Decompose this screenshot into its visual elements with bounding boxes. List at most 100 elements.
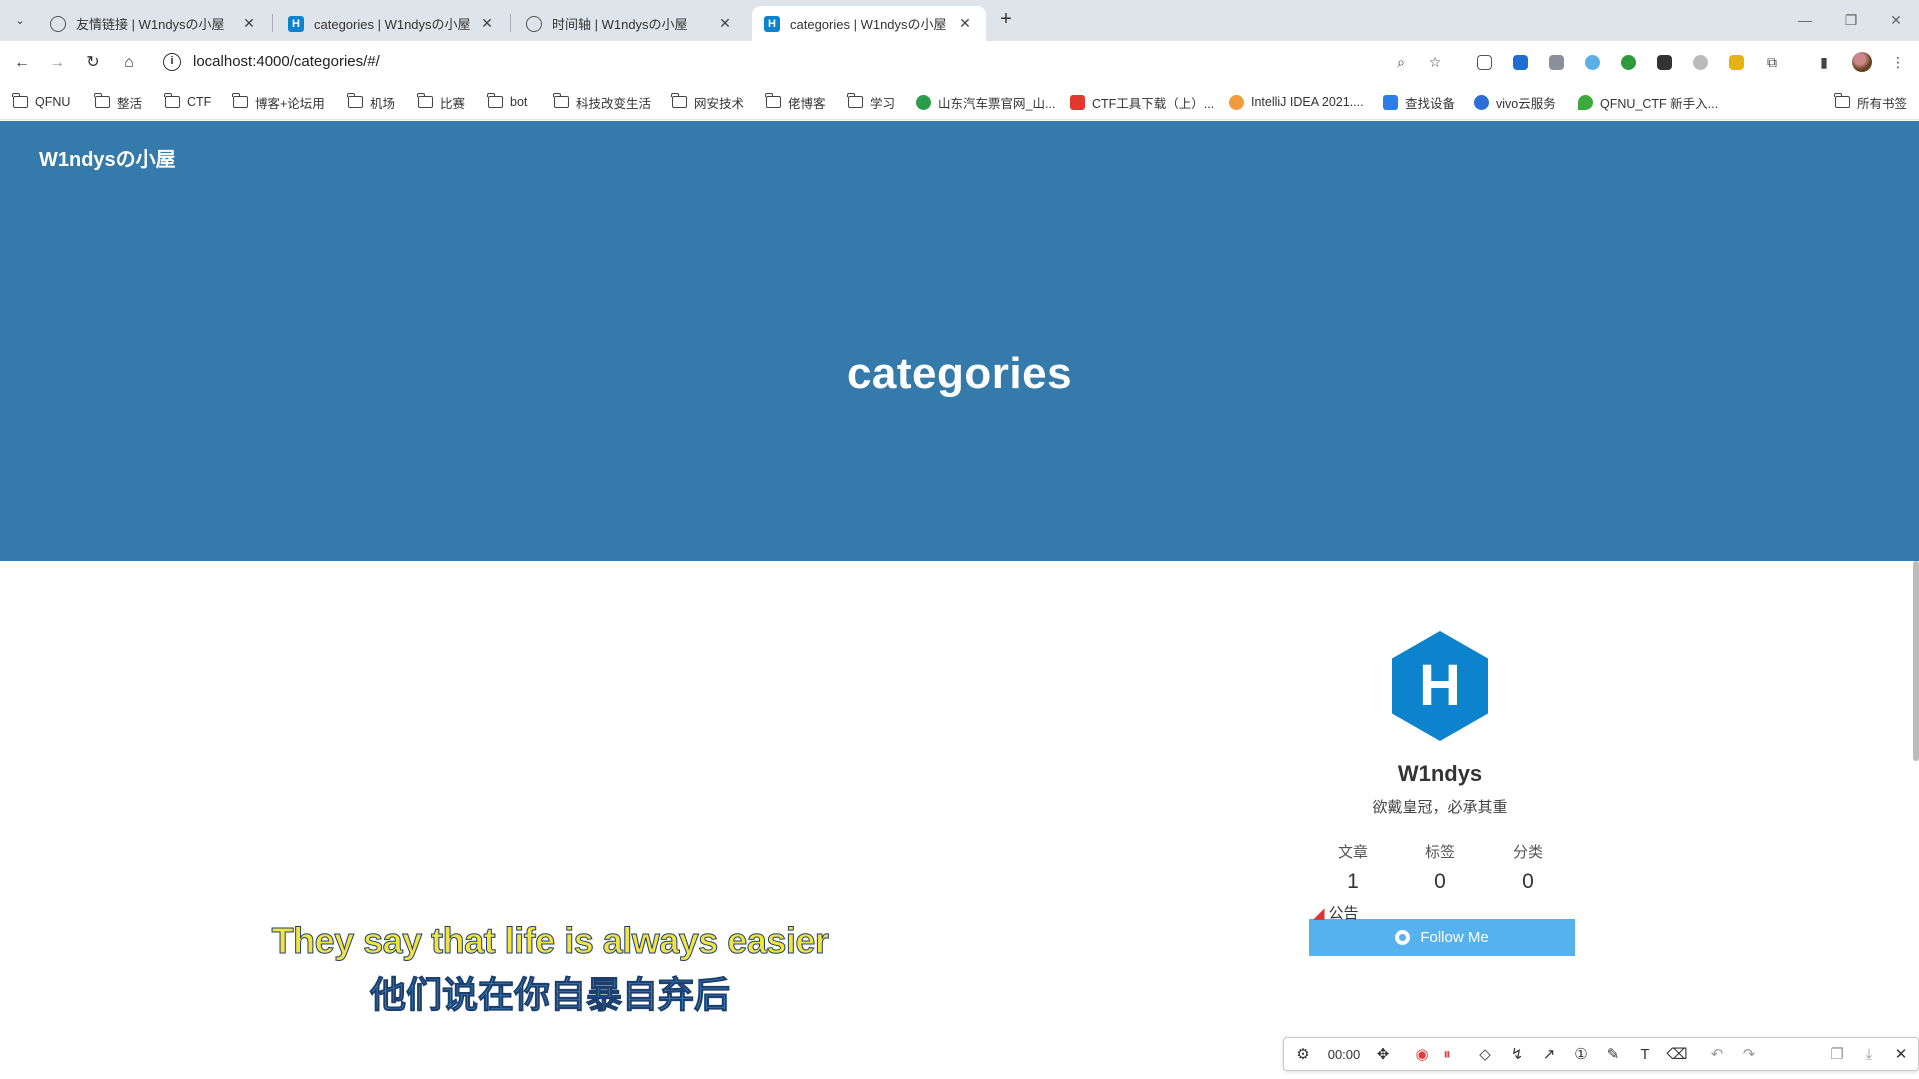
arrow-icon[interactable]: ↗ — [1538, 1044, 1560, 1066]
download-icon[interactable]: ⤓ — [1858, 1044, 1880, 1066]
extension-bird-icon[interactable] — [1509, 51, 1531, 73]
folder-icon — [671, 93, 687, 108]
new-tab-button[interactable]: + — [995, 8, 1017, 32]
forward-button[interactable]: → — [45, 51, 69, 75]
bookmark-folder[interactable]: 佬博客 — [765, 92, 826, 112]
bookmark-label: 机场 — [370, 96, 396, 111]
bookmark-folder[interactable]: CTF — [164, 92, 211, 112]
folder-icon — [164, 93, 180, 108]
bookmark-folder[interactable]: 网安技术 — [671, 92, 745, 112]
number-marker-icon[interactable]: ① — [1570, 1044, 1592, 1066]
video-subtitle-overlay: They say that life is always easier 他们说在… — [200, 920, 900, 1018]
bookmark-star-icon[interactable]: ☆ — [1424, 51, 1446, 73]
close-icon[interactable]: ✕ — [478, 15, 496, 32]
tab-2[interactable]: 时间轴 | W1ndysの小屋 ✕ — [514, 6, 746, 41]
extension-shield-icon[interactable] — [1581, 51, 1603, 73]
text-tool-icon[interactable]: T — [1634, 1044, 1656, 1066]
bookmark-label: 博客+论坛用 — [255, 96, 325, 111]
pen-icon[interactable]: ✎ — [1602, 1044, 1624, 1066]
stat-value: 1 — [1347, 870, 1359, 893]
undo-icon[interactable]: ↶ — [1706, 1044, 1728, 1066]
bookmark-folder[interactable]: 比赛 — [417, 92, 465, 112]
close-icon[interactable]: ✕ — [956, 15, 974, 32]
globe-icon — [526, 15, 542, 32]
find-device-icon — [1383, 94, 1398, 110]
stat-tags[interactable]: 标签 0 — [1400, 841, 1480, 894]
extension-gear-icon[interactable] — [1689, 51, 1711, 73]
shapes-icon[interactable]: ◇ — [1474, 1044, 1496, 1066]
bookmark-folder[interactable]: 学习 — [847, 92, 895, 112]
close-icon[interactable]: ✕ — [716, 15, 734, 32]
bookmark-label: 所有书签 — [1857, 96, 1908, 111]
home-button[interactable]: ⌂ — [117, 51, 141, 75]
tab-1[interactable]: H categories | W1ndysの小屋 ✕ — [276, 6, 508, 41]
side-panel-icon[interactable]: ▮ — [1813, 51, 1835, 73]
follow-me-button[interactable]: Follow Me — [1309, 919, 1575, 956]
extension-key-icon[interactable] — [1725, 51, 1747, 73]
bookmark-folder[interactable]: 博客+论坛用 — [232, 92, 325, 112]
folder-icon — [847, 93, 863, 108]
eraser-icon[interactable]: ⌫ — [1666, 1044, 1688, 1066]
tab-3-active[interactable]: H categories | W1ndysの小屋 ✕ — [752, 6, 986, 41]
bookmark-link[interactable]: QFNU_CTF 新手入... — [1578, 92, 1718, 112]
bookmark-label: 查找设备 — [1405, 96, 1456, 111]
bookmark-link[interactable]: vivo云服务 — [1474, 92, 1556, 112]
back-button[interactable]: ← — [10, 51, 34, 75]
folder-icon — [232, 93, 248, 108]
bookmark-link[interactable]: 查找设备 — [1383, 92, 1455, 112]
all-bookmarks-folder[interactable]: 所有书签 — [1834, 92, 1908, 112]
close-capture-icon[interactable]: ✕ — [1890, 1044, 1912, 1066]
pause-record-icon[interactable]: ⏸ — [1436, 1044, 1458, 1066]
bookmark-folder[interactable]: 整活 — [94, 92, 143, 112]
bookmark-link[interactable]: 山东汽车票官网_山... — [916, 92, 1055, 112]
bookmark-folder[interactable]: 机场 — [347, 92, 396, 112]
hexo-icon: H — [764, 15, 780, 32]
folder-icon — [765, 93, 781, 108]
address-bar[interactable]: localhost:4000/categories/#/ — [193, 53, 380, 70]
stop-record-icon[interactable]: ◉ — [1411, 1044, 1433, 1066]
site-title-link[interactable]: W1ndysの小屋 — [39, 143, 176, 172]
reload-button[interactable]: ↻ — [81, 51, 105, 75]
extension-globe-icon[interactable] — [1617, 51, 1639, 73]
menu-kebab-icon[interactable]: ⋮ — [1887, 51, 1909, 73]
stat-value: 0 — [1522, 870, 1534, 893]
extensions-puzzle-icon[interactable]: ⧉ — [1761, 51, 1783, 73]
site-info-icon[interactable]: i — [163, 53, 181, 71]
polyline-icon[interactable]: ↯ — [1506, 1044, 1528, 1066]
folder-icon — [347, 93, 363, 108]
close-icon[interactable]: ✕ — [240, 15, 258, 32]
intellij-site-icon — [1229, 94, 1244, 110]
ctf-site-icon — [1070, 94, 1085, 110]
author-motto: 欲戴皇冠，必承其重 — [1372, 799, 1508, 816]
tab-0[interactable]: 友情链接 | W1ndysの小屋 ✕ — [38, 6, 270, 41]
settings-gear-icon[interactable]: ⚙ — [1292, 1044, 1314, 1066]
tab-title: categories | W1ndysの小屋 — [790, 17, 947, 32]
minimize-button[interactable]: — — [1790, 8, 1820, 32]
bookmark-link[interactable]: CTF工具下载（上）... — [1070, 92, 1214, 112]
hexo-icon: H — [288, 15, 304, 32]
extension-cube-icon[interactable] — [1653, 51, 1675, 73]
tab-search-menu-icon[interactable]: ⌄ — [8, 8, 32, 32]
profile-avatar[interactable] — [1852, 52, 1872, 72]
bookmark-folder[interactable]: QFNU — [12, 92, 70, 112]
move-icon[interactable]: ✥ — [1372, 1044, 1394, 1066]
recording-timer: 00:00 — [1327, 1047, 1361, 1062]
page-scrollbar[interactable] — [1913, 561, 1919, 761]
bookmark-label: 整活 — [117, 96, 143, 111]
hexo-logo-icon: H — [1392, 631, 1488, 741]
bookmark-folder[interactable]: 科技改变生活 — [553, 92, 651, 112]
bookmark-label: 网安技术 — [694, 96, 745, 111]
zoom-icon[interactable]: ⌕ — [1390, 51, 1412, 73]
extension-window-icon[interactable] — [1545, 51, 1567, 73]
tab-title: 友情链接 | W1ndysの小屋 — [76, 17, 225, 32]
restore-button[interactable]: ❐ — [1836, 8, 1866, 32]
bookmark-link[interactable]: IntelliJ IDEA 2021.... — [1229, 92, 1364, 112]
extension-copy-icon[interactable] — [1473, 51, 1495, 73]
stat-posts[interactable]: 文章 1 — [1313, 841, 1393, 894]
copy-icon[interactable]: ❐ — [1826, 1044, 1848, 1066]
bookmark-folder[interactable]: bot — [487, 92, 527, 112]
window-close-button[interactable]: ✕ — [1881, 8, 1911, 32]
redo-icon[interactable]: ↷ — [1738, 1044, 1760, 1066]
stat-label: 文章 — [1337, 844, 1368, 861]
stat-categories[interactable]: 分类 0 — [1488, 841, 1568, 894]
